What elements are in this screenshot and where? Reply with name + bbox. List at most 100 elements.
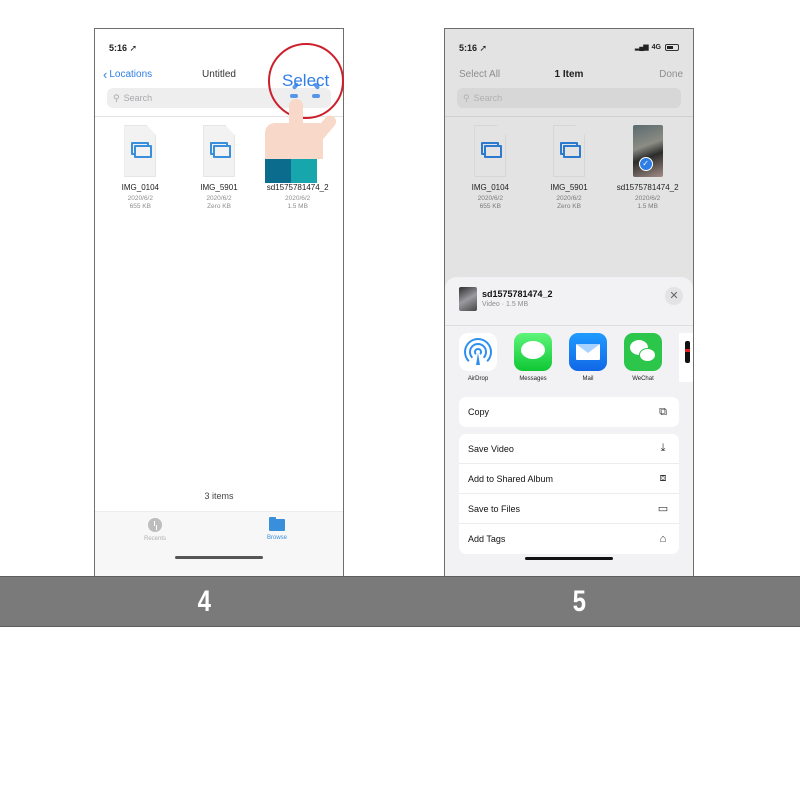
status-time: 5:16 ➚ <box>459 43 488 53</box>
share-app-row: AirDrop Messages Mail WeChat <box>459 333 693 382</box>
file-item[interactable]: IMG_5901 2020/6/2 Zero KB <box>533 125 605 211</box>
close-button[interactable]: ✕ <box>665 287 683 305</box>
wechat-icon <box>624 333 662 371</box>
tab-bar: Recents Browse <box>95 511 343 576</box>
file-item-selected[interactable]: ✓ sd1575781474_2 2020/6/2 1.5 MB <box>612 125 684 211</box>
divider <box>445 325 693 326</box>
spark <box>290 94 298 98</box>
document-icon <box>474 125 507 177</box>
tab-label: Browse <box>266 535 287 541</box>
done-button[interactable]: Done <box>659 69 683 80</box>
share-sheet-header: sd1575781474_2 Video · 1.5 MB ✕ <box>459 287 683 311</box>
tag-icon: ⌂ <box>659 533 667 545</box>
file-name: IMG_0104 <box>121 183 159 192</box>
share-app-mail[interactable]: Mail <box>569 333 607 382</box>
action-label: Add Tags <box>468 534 506 544</box>
share-app-wechat[interactable]: WeChat <box>624 333 662 382</box>
video-thumbnail: ✓ <box>632 125 663 177</box>
share-actions: Copy ⧉ Save Video ⤓ Add to Shared Album … <box>459 397 679 561</box>
tab-label: Recents <box>143 536 166 542</box>
file-size: Zero KB <box>207 203 231 210</box>
document-icon <box>202 125 235 177</box>
copy-icon: ⧉ <box>659 405 667 418</box>
file-name: sd1575781474_2 <box>266 183 329 192</box>
file-name: IMG_5901 <box>200 183 238 192</box>
network-type: 4G <box>651 43 661 51</box>
file-item[interactable]: IMG_0104 2020/6/2 655 KB <box>454 125 526 211</box>
file-size: Zero KB <box>557 203 581 210</box>
signal-icon: ▂▄▆ <box>634 44 649 51</box>
share-app-airdrop[interactable]: AirDrop <box>459 333 497 382</box>
file-size: 655 KB <box>479 203 501 210</box>
select-button[interactable]: Select <box>282 71 329 91</box>
app-label: WeChat <box>632 376 654 382</box>
shared-album-icon: ⧈ <box>659 472 667 484</box>
share-app-partial[interactable] <box>679 333 693 382</box>
file-name: sd1575781474_2 <box>616 183 679 192</box>
mail-icon <box>569 333 607 371</box>
action-label: Save to Files <box>468 503 521 514</box>
tab-browse[interactable]: Browse <box>247 517 307 541</box>
search-placeholder: Search <box>473 93 503 103</box>
folder-icon: ▭ <box>657 503 669 515</box>
battery-icon <box>665 43 679 51</box>
app-label: Mail <box>582 376 594 382</box>
nav-bar: Select All 1 Item Done <box>445 67 693 85</box>
file-date: 2020/6/2 <box>206 195 232 202</box>
file-size: 655 KB <box>129 203 151 210</box>
app-icon-partial <box>679 333 693 371</box>
action-add-to-shared-album[interactable]: Add to Shared Album ⧈ <box>459 464 679 494</box>
file-item[interactable]: IMG_5901 2020/6/2 Zero KB <box>183 125 255 211</box>
app-label: AirDrop <box>467 376 489 382</box>
file-date: 2020/6/2 <box>477 195 503 202</box>
document-icon <box>552 125 585 177</box>
app-label: Messages <box>519 376 547 382</box>
action-add-tags[interactable]: Add Tags ⌂ <box>459 524 679 554</box>
airdrop-icon <box>459 333 497 371</box>
search-input[interactable]: ⚲ Search <box>457 88 681 108</box>
file-item[interactable]: IMG_0104 2020/6/2 655 KB <box>104 125 176 211</box>
save-download-icon: ⤓ <box>660 442 666 454</box>
file-name: IMG_0104 <box>471 183 509 192</box>
divider <box>445 116 693 117</box>
step-number: 5 <box>572 585 587 618</box>
file-date: 2020/6/2 <box>634 195 661 202</box>
search-icon: ⚲ <box>113 92 120 103</box>
file-date: 2020/6/2 <box>284 195 311 202</box>
action-group: Copy ⧉ <box>459 397 679 427</box>
file-size: 1.5 MB <box>287 203 308 210</box>
spark <box>312 94 320 98</box>
action-save-video[interactable]: Save Video ⤓ <box>459 434 679 464</box>
share-app-messages[interactable]: Messages <box>514 333 552 382</box>
document-icon <box>124 125 157 177</box>
clock-icon <box>148 518 162 532</box>
status-bar: 5:16 ➚ ▂▄▆ 4G <box>459 43 679 57</box>
items-count: 3 items <box>204 491 234 501</box>
action-label: Save Video <box>468 443 514 454</box>
messages-icon <box>514 333 552 371</box>
share-sheet: sd1575781474_2 Video · 1.5 MB ✕ AirDrop … <box>445 277 693 576</box>
shared-file-info: Video · 1.5 MB <box>482 301 529 308</box>
step-number: 4 <box>197 585 212 618</box>
file-name: IMG_5901 <box>550 183 588 192</box>
folder-icon <box>269 517 285 531</box>
checkmark-icon: ✓ <box>638 157 653 171</box>
home-indicator <box>525 557 613 560</box>
search-icon: ⚲ <box>463 92 470 103</box>
action-save-to-files[interactable]: Save to Files ▭ <box>459 494 679 524</box>
action-label: Copy <box>468 407 490 417</box>
phone-screen-step-5: 5:16 ➚ ▂▄▆ 4G Select All 1 Item Done ⚲ S… <box>444 28 694 576</box>
step-label-band: 4 5 <box>0 576 800 627</box>
status-time: 5:16 ➚ <box>109 43 138 53</box>
status-indicators: ▂▄▆ 4G <box>635 43 679 51</box>
location-arrow-icon: ➚ <box>479 43 488 53</box>
tab-recents[interactable]: Recents <box>125 518 185 542</box>
nav-title: 1 Item <box>554 69 584 80</box>
location-arrow-icon: ➚ <box>129 43 138 53</box>
file-date: 2020/6/2 <box>556 195 582 202</box>
action-group: Save Video ⤓ Add to Shared Album ⧈ Save … <box>459 434 679 554</box>
file-grid: IMG_0104 2020/6/2 655 KB IMG_5901 2020/6… <box>445 125 693 211</box>
search-placeholder: Search <box>123 93 153 103</box>
action-copy[interactable]: Copy ⧉ <box>459 397 679 427</box>
file-size: 1.5 MB <box>637 203 658 210</box>
